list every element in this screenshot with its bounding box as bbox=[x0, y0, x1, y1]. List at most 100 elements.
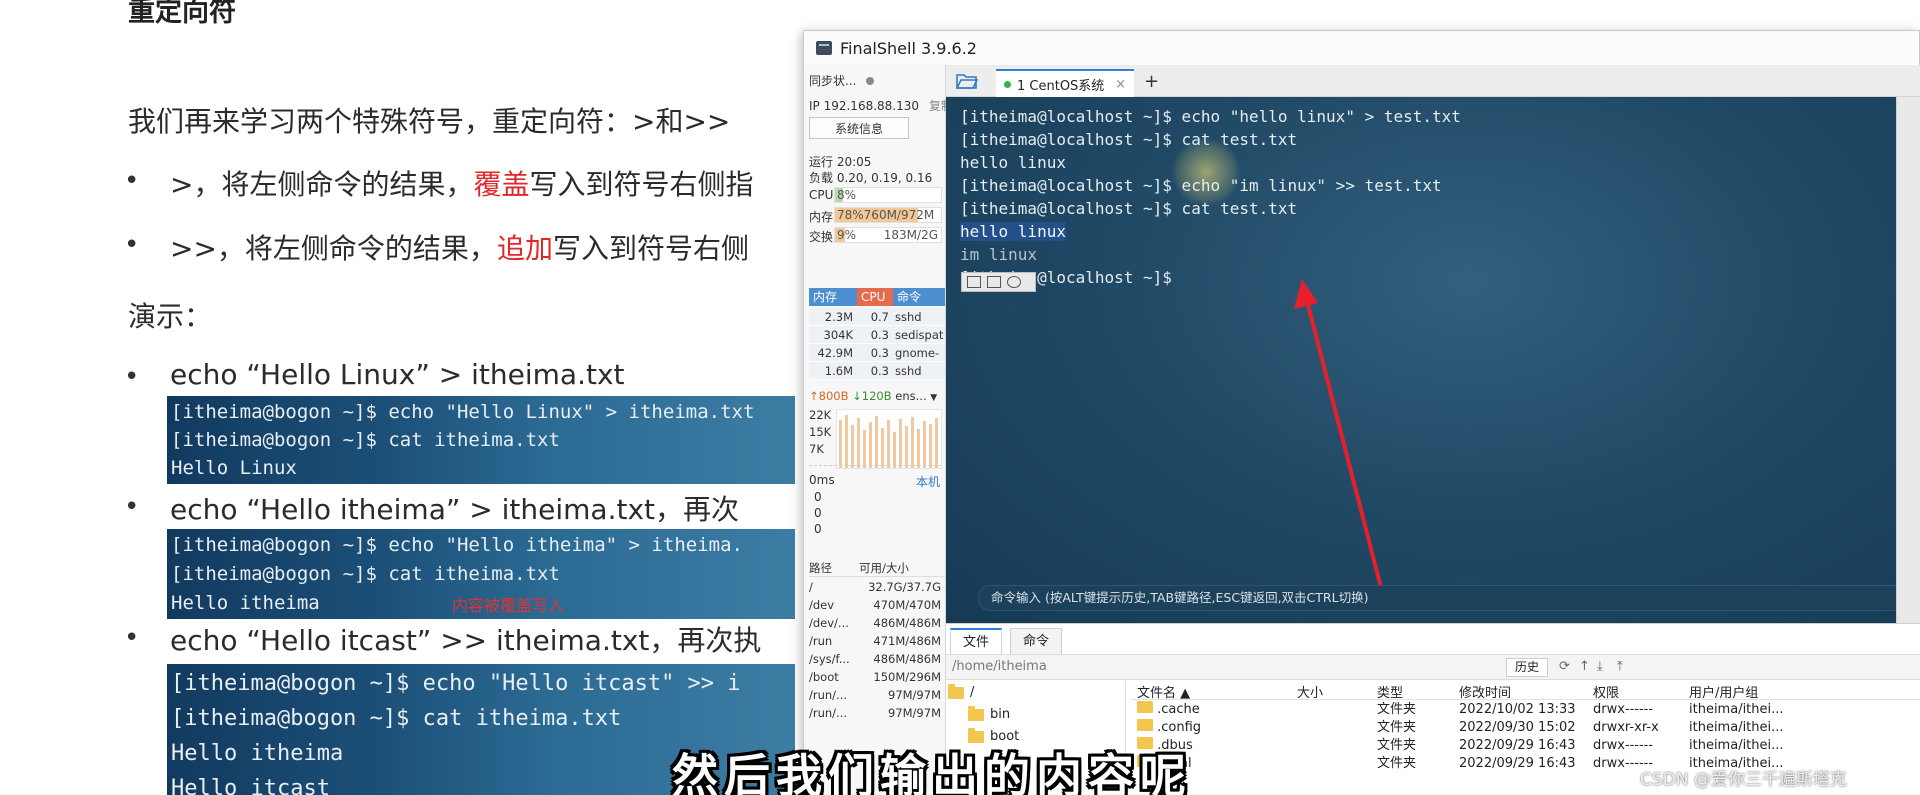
file-perm: drwxr-xr-x bbox=[1593, 720, 1659, 735]
file-row[interactable]: .config 文件夹 2022/09/30 15:02 drwxr-xr-x ithe… bbox=[1131, 719, 1920, 737]
bullet-append: >>，将左侧命令的结果，追加写入到符号右侧 bbox=[170, 227, 749, 267]
proc-cpu: 0.3 bbox=[870, 346, 889, 360]
net-upload: ↑800B bbox=[809, 389, 849, 403]
file-row[interactable]: .dbus 文件夹 2022/09/29 16:43 drwx------ itheim… bbox=[1131, 737, 1920, 755]
mem-value: 78%760M/972M bbox=[837, 208, 935, 222]
terminal-line: [itheima@bogon ~]$ cat itheima.txt bbox=[171, 706, 622, 731]
tab-label: 1 CentOS系统 bbox=[1017, 78, 1105, 94]
title-bar[interactable]: FinalShell 3.9.6.2 bbox=[804, 31, 1919, 65]
file-name: .cache bbox=[1157, 702, 1200, 717]
disk-path: /dev bbox=[809, 598, 835, 612]
file-type: 文件夹 bbox=[1377, 702, 1417, 717]
process-row[interactable]: 42.9M 0.3 gnome- bbox=[809, 344, 945, 362]
disk-size: 97M/97M bbox=[888, 706, 941, 720]
example-1-text: echo “Hello Linux” > itheima.txt bbox=[170, 358, 625, 391]
header-permissions[interactable]: 权限 bbox=[1587, 682, 1683, 699]
tree-item-bin[interactable]: bin bbox=[968, 705, 1010, 722]
file-time: 2022/10/02 13:33 bbox=[1459, 702, 1576, 717]
proc-header-mem[interactable]: 内存 bbox=[809, 288, 857, 306]
disk-size: 471M/486M bbox=[873, 634, 941, 648]
header-filename[interactable]: 文件名 ▲ bbox=[1131, 682, 1291, 699]
process-row[interactable]: 1.6M 0.3 sshd bbox=[809, 362, 945, 380]
terminal-side-strip bbox=[1896, 97, 1920, 623]
refresh-icon[interactable]: ⟳ bbox=[1559, 659, 1570, 674]
disk-path: /run/... bbox=[809, 688, 848, 702]
terminal-line: [itheima@bogon ~]$ cat itheima.txt bbox=[171, 563, 560, 585]
proc-header-cmd[interactable]: 命令 bbox=[893, 288, 945, 306]
add-tab-button[interactable]: + bbox=[1144, 71, 1159, 92]
finalshell-window: FinalShell 3.9.6.2 同步状... IP 192.168.88.… bbox=[803, 30, 1920, 795]
network-chart-bars bbox=[839, 415, 938, 468]
history-button[interactable]: 历史 bbox=[1506, 658, 1549, 677]
bullet-append-emph: 追加 bbox=[496, 232, 553, 265]
proc-header-cpu[interactable]: CPU bbox=[857, 288, 893, 306]
ping-host[interactable]: 本机 bbox=[916, 473, 940, 490]
cpu-value: 8% bbox=[837, 188, 857, 202]
disk-path: /run bbox=[809, 634, 833, 648]
swap-label: 交换 bbox=[809, 230, 834, 244]
folder-icon bbox=[1137, 719, 1153, 731]
load-average: 负载 0.20, 0.19, 0.16 bbox=[809, 171, 933, 185]
process-row[interactable]: 304K 0.3 sedispat bbox=[809, 326, 945, 344]
file-row[interactable]: .cache 文件夹 2022/10/02 13:33 drwx------ ithei… bbox=[1131, 701, 1920, 719]
open-folder-icon[interactable] bbox=[956, 73, 978, 89]
demo-label: 演示： bbox=[128, 300, 213, 333]
divider bbox=[809, 465, 941, 466]
net-interface: ens... bbox=[895, 389, 927, 403]
tab-files[interactable]: 文件 bbox=[950, 628, 1003, 654]
tree-label: / bbox=[970, 685, 975, 700]
monitor-sidebar: 同步状... IP 192.168.88.130 复制 系统信息 运行 20:0… bbox=[804, 65, 953, 795]
bullet-append-post: 写入到符号右侧 bbox=[552, 232, 749, 265]
disk-path: /sys/f... bbox=[809, 652, 850, 666]
example-3-text: echo “Hello itcast” >> itheima.txt，再次执 bbox=[170, 624, 762, 657]
bullet-overwrite: >，将左侧命令的结果，覆盖写入到符号右侧指 bbox=[170, 163, 754, 203]
upload-icon[interactable]: ⤒ bbox=[1617, 659, 1623, 674]
chevron-down-icon[interactable]: ▼ bbox=[930, 393, 937, 403]
ping-label: 0ms bbox=[809, 473, 835, 487]
ip-row: IP 192.168.88.130 复制 bbox=[809, 97, 953, 114]
overwrite-note: 内容被覆盖写入 bbox=[452, 596, 565, 615]
disk-row: /dev 470M/470M bbox=[809, 596, 945, 614]
file-time: 2022/09/29 16:43 bbox=[1459, 756, 1576, 771]
file-owner: itheima/ithei... bbox=[1689, 720, 1784, 735]
up-directory-icon[interactable]: ↑ bbox=[1579, 659, 1590, 674]
proc-cmd: gnome- bbox=[895, 346, 940, 360]
bullet-dot: • bbox=[124, 230, 140, 260]
file-name-cell: .config bbox=[1131, 719, 1291, 737]
terminal[interactable]: [itheima@localhost ~]$ echo "hello linux… bbox=[946, 97, 1914, 623]
disk-path: /boot bbox=[809, 670, 839, 684]
terminal-line: [itheima@bogon ~]$ echo "Hello itheima" … bbox=[171, 534, 743, 556]
slide-heading: 重定向符 bbox=[128, 0, 236, 28]
process-table-header: 内存 CPU 命令 bbox=[809, 288, 945, 306]
header-owner[interactable]: 用户/用户组 bbox=[1683, 682, 1803, 699]
tab-close-icon[interactable]: × bbox=[1115, 77, 1126, 92]
tab-centos[interactable]: 1 CentOS系统 × bbox=[996, 69, 1134, 97]
header-size[interactable]: 大小 bbox=[1291, 682, 1371, 699]
tree-item-root[interactable]: / bbox=[948, 683, 975, 700]
bullet-overwrite-emph: 覆盖 bbox=[473, 168, 530, 201]
path-input[interactable]: /home/itheima bbox=[952, 659, 1047, 674]
ping-value: 0 bbox=[814, 490, 822, 504]
net-tick: 15K bbox=[809, 425, 832, 439]
sync-status[interactable]: 同步状... bbox=[809, 72, 875, 89]
header-type[interactable]: 类型 bbox=[1371, 682, 1453, 699]
file-perm: drwx------ bbox=[1593, 702, 1654, 717]
download-icon[interactable]: ⤓ bbox=[1597, 659, 1603, 674]
file-size bbox=[1291, 719, 1371, 737]
disk-size: 486M/486M bbox=[873, 616, 941, 630]
file-size bbox=[1291, 737, 1371, 755]
proc-cpu: 0.7 bbox=[870, 310, 889, 324]
header-modified[interactable]: 修改时间 bbox=[1453, 682, 1587, 699]
file-type: 文件夹 bbox=[1377, 738, 1417, 753]
process-row[interactable]: 2.3M 0.7 sshd bbox=[809, 308, 945, 326]
command-input[interactable]: 命令输入 (按ALT键提示历史,TAB键路径,ESC键返回,双击CTRL切换) bbox=[978, 585, 1914, 611]
tab-commands[interactable]: 命令 bbox=[1010, 628, 1063, 654]
finalshell-app-icon bbox=[816, 41, 832, 55]
ip-address: IP 192.168.88.130 bbox=[809, 99, 920, 113]
sysinfo-button[interactable]: 系统信息 bbox=[809, 117, 909, 139]
uptime: 运行 20:05 bbox=[809, 155, 872, 169]
network-chart bbox=[836, 409, 942, 469]
example-2-text: echo “Hello itheima” > itheima.txt，再次 bbox=[170, 493, 739, 526]
file-table-header: 文件名 ▲ 大小 类型 修改时间 权限 用户/用户组 bbox=[1131, 682, 1920, 700]
connected-dot-icon bbox=[1004, 80, 1011, 88]
